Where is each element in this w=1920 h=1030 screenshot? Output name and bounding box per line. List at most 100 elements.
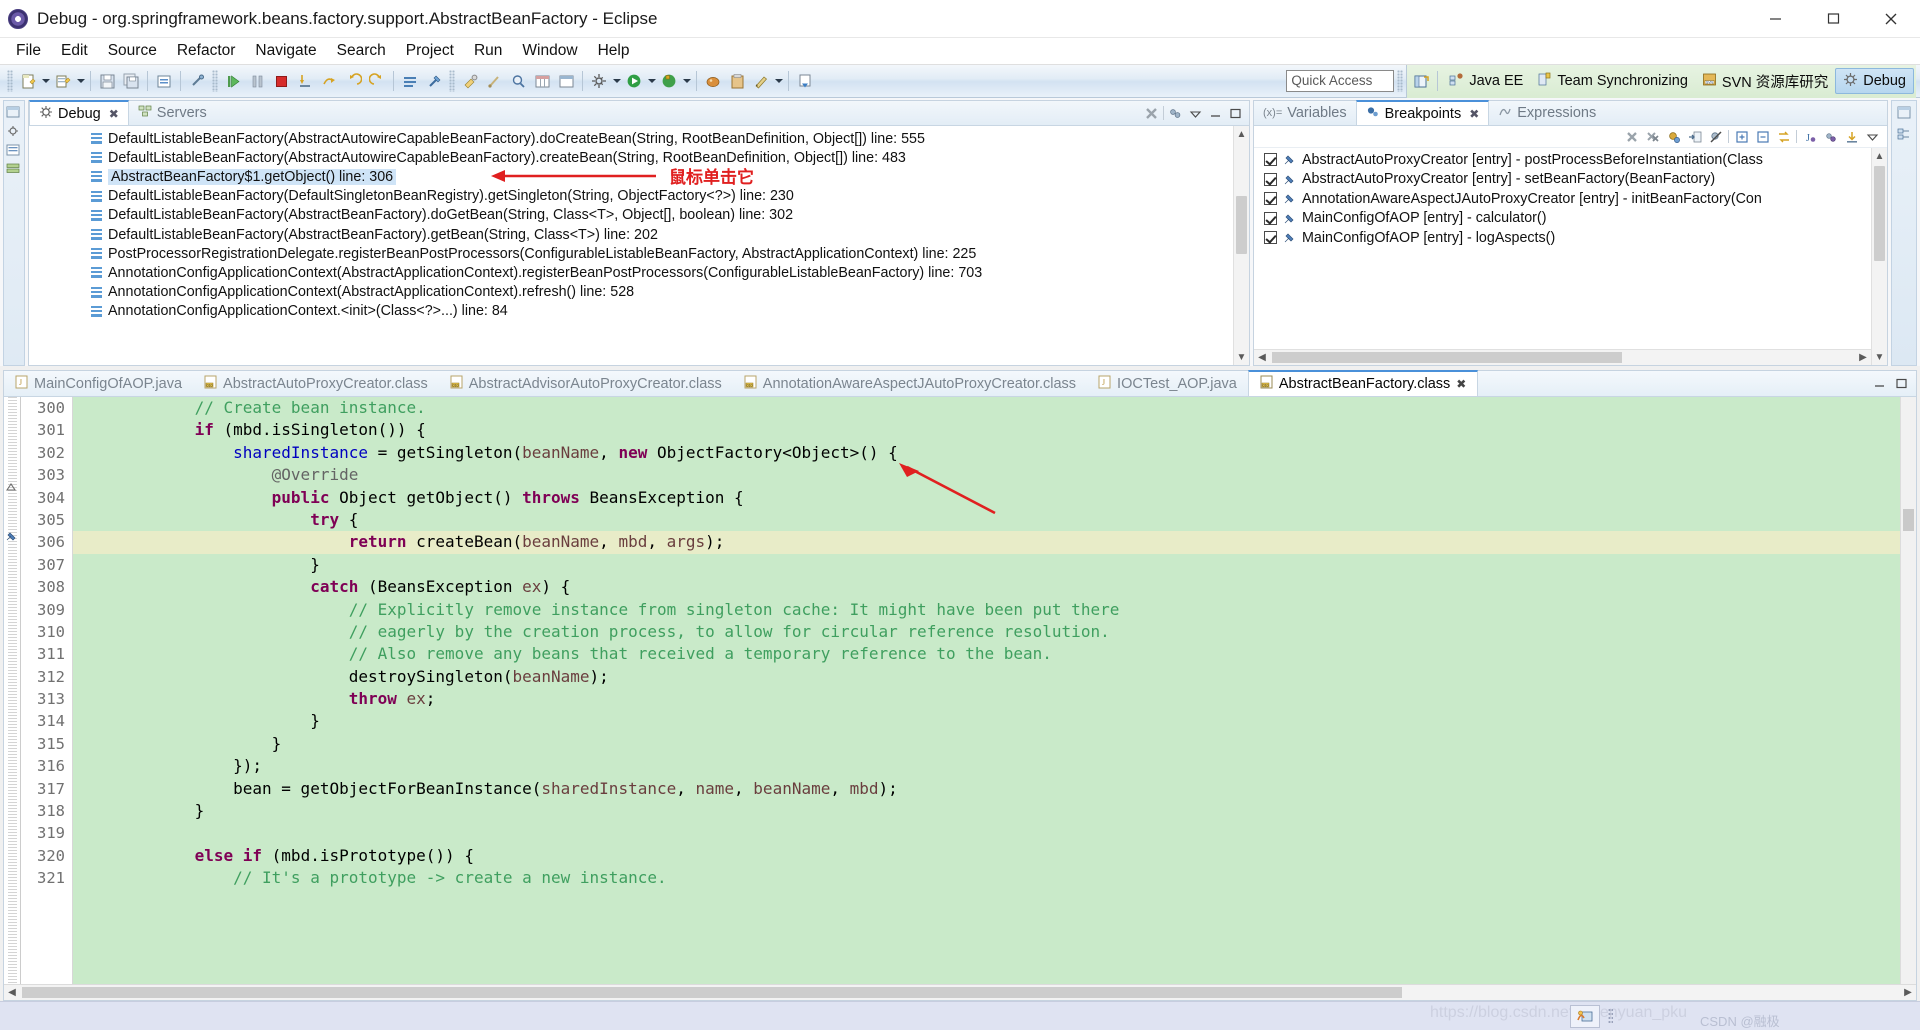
- overview-thumb[interactable]: [1903, 509, 1914, 531]
- open-perspective-icon[interactable]: [1409, 69, 1433, 93]
- code-line-311[interactable]: // Also remove any beans that received a…: [73, 643, 1900, 665]
- collapse-marker-icon[interactable]: [5, 482, 17, 494]
- table-view-icon[interactable]: [530, 69, 554, 93]
- toolbar-drag-handle[interactable]: [7, 70, 13, 92]
- scroll-left-arrow[interactable]: ◀: [4, 985, 20, 1000]
- breakpoints-vscrollbar[interactable]: ▲ ▼: [1871, 148, 1887, 365]
- debug-terminate-icon[interactable]: [269, 69, 293, 93]
- console-view-icon[interactable]: [6, 143, 22, 157]
- editor-tab-abstractadvisorautoproxycreator[interactable]: 010 AbstractAdvisorAutoProxyCreator.clas…: [439, 371, 733, 396]
- code-line-305[interactable]: try {: [73, 509, 1900, 531]
- terminate-all-icon[interactable]: [1143, 105, 1160, 122]
- add-java-exception-icon[interactable]: J: [1801, 128, 1818, 145]
- step-return-icon[interactable]: [341, 69, 365, 93]
- import-icon[interactable]: [1843, 128, 1860, 145]
- stack-frame-row[interactable]: DefaultListableBeanFactory(DefaultSingle…: [29, 187, 1249, 206]
- code-line-306[interactable]: return createBean(beanName, mbd, args);: [73, 531, 1900, 554]
- remove-breakpoint-icon[interactable]: [1623, 128, 1640, 145]
- breakpoint-properties-icon[interactable]: [1665, 128, 1682, 145]
- code-line-303[interactable]: @Override: [73, 464, 1900, 486]
- edit-dropdown[interactable]: [773, 69, 784, 93]
- view-menu-icon[interactable]: [1187, 105, 1204, 122]
- tab-breakpoints[interactable]: Breakpoints ✖: [1355, 100, 1490, 125]
- perspective-java-ee[interactable]: Java EE: [1442, 68, 1530, 94]
- code-line-301[interactable]: if (mbd.isSingleton()) {: [73, 419, 1900, 441]
- debug-view-vscrollbar[interactable]: ▲ ▼: [1233, 126, 1249, 365]
- editor-tab-annotationawareaspectjautoproxycreator[interactable]: 010 AnnotationAwareAspectJAutoProxyCreat…: [733, 371, 1087, 396]
- scroll-up-arrow[interactable]: ▲: [1234, 126, 1249, 142]
- remove-all-breakpoints-icon[interactable]: [1644, 128, 1661, 145]
- goto-file-icon[interactable]: [1686, 128, 1703, 145]
- debug-resume-icon[interactable]: [221, 69, 245, 93]
- code-line-310[interactable]: // eagerly by the creation process, to a…: [73, 621, 1900, 643]
- column-view-icon[interactable]: [554, 69, 578, 93]
- toolbar-drag-handle[interactable]: [212, 70, 218, 92]
- code-line-318[interactable]: }: [73, 800, 1900, 822]
- perspective-debug[interactable]: Debug: [1835, 68, 1914, 94]
- save-all-icon[interactable]: [119, 69, 143, 93]
- edit-icon[interactable]: [749, 69, 773, 93]
- menu-edit[interactable]: Edit: [51, 39, 98, 63]
- paste-icon[interactable]: [725, 69, 749, 93]
- writable-smart-insert-icon[interactable]: [1570, 1005, 1600, 1028]
- perspective-team-synchronizing[interactable]: Team Synchronizing: [1530, 68, 1695, 94]
- breakpoint-checkbox[interactable]: [1264, 231, 1277, 245]
- scroll-right-arrow[interactable]: ▶: [1855, 350, 1871, 365]
- breakpoint-checkbox[interactable]: [1264, 192, 1277, 206]
- code-line-320[interactable]: else if (mbd.isPrototype()) {: [73, 845, 1900, 867]
- new-wizard-icon[interactable]: [16, 69, 40, 93]
- stack-frame-row[interactable]: DefaultListableBeanFactory(AbstractBeanF…: [29, 206, 1249, 225]
- open-console-icon[interactable]: [398, 69, 422, 93]
- stack-frame-row-selected[interactable]: AbstractBeanFactory$1.getObject() line: …: [29, 167, 1249, 186]
- menu-project[interactable]: Project: [396, 39, 464, 63]
- breakpoint-checkbox[interactable]: [1264, 172, 1277, 186]
- restart-icon[interactable]: [365, 69, 389, 93]
- close-icon[interactable]: ✖: [1469, 107, 1479, 121]
- scroll-up-arrow[interactable]: ▲: [1872, 148, 1887, 164]
- breakpoint-checkbox[interactable]: [1264, 211, 1277, 225]
- menu-file[interactable]: File: [6, 39, 51, 63]
- editor-marker-bar[interactable]: [4, 397, 21, 984]
- menu-refactor[interactable]: Refactor: [167, 39, 246, 63]
- close-button[interactable]: [1862, 0, 1920, 38]
- editor-tab-abstractautoproxycreator[interactable]: 010 AbstractAutoProxyCreator.class: [193, 371, 439, 396]
- scroll-thumb[interactable]: [1236, 196, 1247, 254]
- scroll-left-arrow[interactable]: ◀: [1254, 350, 1270, 365]
- code-line-315[interactable]: }: [73, 733, 1900, 755]
- run-dropdown[interactable]: [646, 69, 657, 93]
- stack-frame-row[interactable]: AnnotationConfigApplicationContext(Abstr…: [29, 283, 1249, 302]
- toolbar-drag-handle[interactable]: [449, 70, 455, 92]
- debug-launch-icon[interactable]: [657, 69, 681, 93]
- debug-configurations-dropdown[interactable]: [611, 69, 622, 93]
- code-line-304[interactable]: public Object getObject() throws BeansEx…: [73, 487, 1900, 509]
- scroll-down-arrow[interactable]: ▼: [1872, 349, 1887, 365]
- status-drag-handle[interactable]: [1608, 1008, 1613, 1025]
- tab-expressions[interactable]: Expressions: [1489, 101, 1605, 125]
- link-icon[interactable]: [185, 69, 209, 93]
- stack-frame-row[interactable]: DefaultListableBeanFactory(AbstractBeanF…: [29, 225, 1249, 244]
- scroll-thumb[interactable]: [1874, 166, 1885, 261]
- close-icon[interactable]: ✖: [1456, 377, 1466, 391]
- maximize-button[interactable]: [1804, 0, 1862, 38]
- maximize-icon[interactable]: [1893, 375, 1910, 392]
- new-java-class-dropdown[interactable]: [75, 69, 86, 93]
- thread-filter-icon[interactable]: [1167, 105, 1184, 122]
- step-over-icon[interactable]: [317, 69, 341, 93]
- search-icon[interactable]: [506, 69, 530, 93]
- breakpoint-row[interactable]: AnnotationAwareAspectJAutoProxyCreator […: [1254, 189, 1887, 209]
- code-line-321[interactable]: // It's a prototype -> create a new inst…: [73, 867, 1900, 889]
- breakpoint-row[interactable]: MainConfigOfAOP [entry] - calculator(): [1254, 209, 1887, 229]
- code-line-312[interactable]: destroySingleton(beanName);: [73, 666, 1900, 688]
- code-line-307[interactable]: }: [73, 554, 1900, 576]
- stack-frame-row[interactable]: AnnotationConfigApplicationContext(Abstr…: [29, 263, 1249, 282]
- quick-access-input[interactable]: Quick Access: [1286, 70, 1395, 92]
- code-line-309[interactable]: // Explicitly remove instance from singl…: [73, 599, 1900, 621]
- menu-navigate[interactable]: Navigate: [245, 39, 326, 63]
- run-as-server-icon[interactable]: [701, 69, 725, 93]
- debug-suspend-icon[interactable]: [245, 69, 269, 93]
- next-annotation-icon[interactable]: [482, 69, 506, 93]
- code-line-319[interactable]: [73, 822, 1900, 844]
- view-menu-icon[interactable]: [1864, 128, 1881, 145]
- breakpoint-row[interactable]: MainConfigOfAOP [entry] - logAspects(): [1254, 228, 1887, 248]
- menu-run[interactable]: Run: [464, 39, 512, 63]
